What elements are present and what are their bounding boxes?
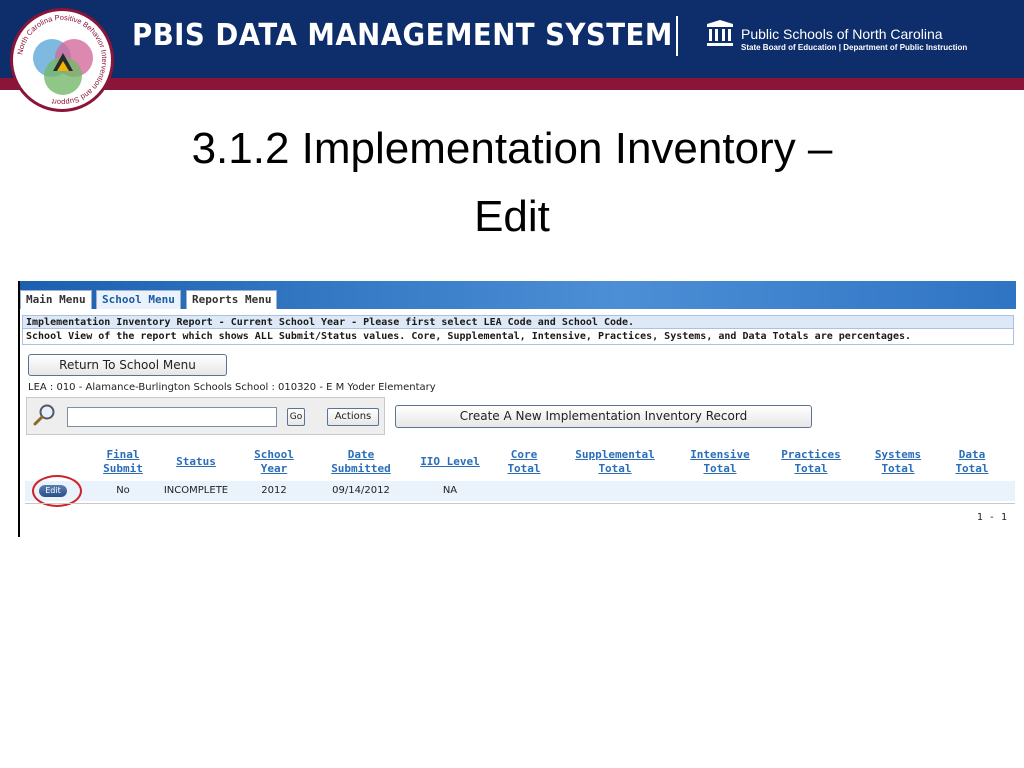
org-name: Public Schools of North Carolina bbox=[741, 26, 943, 42]
svg-text:North Carolina Positive Behavi: North Carolina Positive Behavior Interve… bbox=[15, 13, 109, 107]
pager-divider bbox=[25, 503, 1015, 504]
pbis-logo: North Carolina Positive Behavior Interve… bbox=[10, 8, 114, 112]
pagination[interactable]: 1 - 1 bbox=[977, 512, 1007, 523]
create-new-record-button[interactable]: Create A New Implementation Inventory Re… bbox=[395, 405, 812, 428]
system-title: PBIS DATA MANAGEMENT SYSTEM bbox=[132, 18, 673, 53]
cell-date-submitted: 09/14/2012 bbox=[332, 485, 390, 496]
header-stripe bbox=[0, 78, 1024, 90]
actions-button[interactable]: Actions bbox=[327, 408, 379, 426]
tab-reports-menu[interactable]: Reports Menu bbox=[186, 290, 278, 309]
slide-title: 3.1.2 Implementation Inventory – Edit bbox=[100, 115, 924, 251]
return-to-school-menu-button[interactable]: Return To School Menu bbox=[28, 354, 227, 376]
slide-title-line1: 3.1.2 Implementation Inventory – bbox=[191, 124, 833, 173]
tab-bar: Main Menu School Menu Reports Menu bbox=[20, 281, 1016, 309]
col-intensive-total[interactable]: Intensive Total bbox=[687, 448, 753, 476]
go-button[interactable]: Go bbox=[287, 408, 305, 426]
col-systems-total[interactable]: Systems Total bbox=[870, 448, 926, 476]
col-practices-total[interactable]: Practices Total bbox=[778, 448, 844, 476]
col-core-total[interactable]: Core Total bbox=[506, 448, 542, 476]
col-school-year[interactable]: School Year bbox=[251, 448, 297, 476]
header-divider bbox=[676, 16, 678, 56]
cell-iio-level: NA bbox=[442, 485, 458, 496]
edit-button[interactable]: Edit bbox=[39, 485, 67, 497]
cell-status: INCOMPLETE bbox=[163, 485, 229, 496]
lea-school-info: LEA : 010 - Alamance-Burlington Schools … bbox=[28, 382, 436, 393]
report-header: Implementation Inventory Report - Curren… bbox=[22, 315, 1014, 329]
logo-ring-text: North Carolina Positive Behavior Interve… bbox=[15, 13, 109, 107]
table-row: Edit No INCOMPLETE 2012 09/14/2012 NA bbox=[25, 475, 1015, 507]
org-subtitle: State Board of Education | Department of… bbox=[741, 43, 968, 52]
dpi-building-icon bbox=[707, 20, 733, 46]
tab-main-menu[interactable]: Main Menu bbox=[20, 290, 92, 309]
col-final-submit[interactable]: Final Submit bbox=[100, 448, 146, 476]
col-iio-level[interactable]: IIO Level bbox=[419, 455, 481, 469]
col-date-submitted[interactable]: Date Submitted bbox=[326, 448, 396, 476]
col-supplemental-total[interactable]: Supplemental Total bbox=[569, 448, 661, 476]
report-description: School View of the report which shows AL… bbox=[22, 329, 1014, 345]
table-header: Final Submit Status School Year Date Submit… bbox=[25, 445, 1015, 479]
search-panel: Go Actions bbox=[26, 397, 385, 435]
cell-school-year: 2012 bbox=[261, 485, 287, 496]
col-data-total[interactable]: Data Total bbox=[954, 448, 990, 476]
search-input[interactable] bbox=[67, 407, 277, 427]
cell-final-submit: No bbox=[116, 485, 130, 496]
col-status[interactable]: Status bbox=[173, 455, 219, 469]
slide-title-line2: Edit bbox=[474, 192, 550, 241]
search-icon[interactable] bbox=[33, 403, 57, 427]
tab-school-menu[interactable]: School Menu bbox=[96, 290, 181, 309]
app-window: Main Menu School Menu Reports Menu Imple… bbox=[18, 281, 1016, 537]
